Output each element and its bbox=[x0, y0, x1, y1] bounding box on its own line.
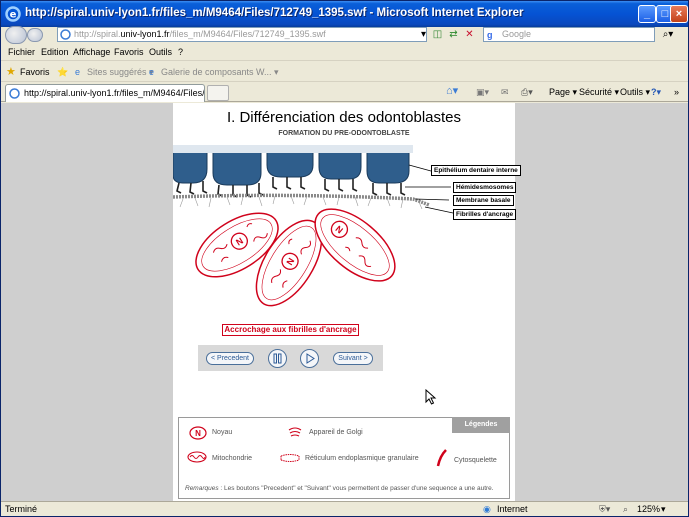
feeds-icon[interactable]: ▣▾ bbox=[476, 87, 489, 98]
menu-help[interactable]: ? bbox=[178, 47, 183, 57]
label-epithelium: Epithélium dentaire interne bbox=[431, 165, 521, 176]
zoom-dropdown-icon[interactable]: ▾ bbox=[661, 504, 666, 515]
mouse-cursor-icon bbox=[425, 389, 437, 405]
step-caption: Accrochage aux fibrilles d'ancrage bbox=[222, 324, 359, 336]
zoom-icon[interactable]: ⌕ bbox=[623, 504, 628, 515]
label-membrane: Membrane basale bbox=[453, 195, 514, 206]
menu-affichage[interactable]: Affichage bbox=[73, 47, 110, 57]
search-input[interactable]: g Google bbox=[483, 27, 655, 42]
url-path: /files_m/M9464/Files/712749_1395.swf bbox=[169, 29, 326, 39]
pause-button[interactable] bbox=[268, 349, 287, 368]
close-button[interactable]: × bbox=[670, 5, 688, 23]
address-input[interactable]: http://spiral.univ-lyon1.fr/files_m/M946… bbox=[57, 27, 427, 42]
url-domain: univ-lyon1.fr bbox=[120, 29, 170, 39]
zone-text: Internet bbox=[497, 504, 528, 514]
window-title: http://spiral.univ-lyon1.fr/files_m/M946… bbox=[25, 7, 524, 19]
favorites-star-icon: ★ bbox=[6, 66, 16, 78]
previous-button[interactable]: < Precedent bbox=[206, 352, 254, 365]
browser-window: e http://spiral.univ-lyon1.fr/files_m/M9… bbox=[0, 0, 689, 517]
tools-menu[interactable]: Outils ▾ bbox=[620, 87, 650, 98]
search-placeholder: Google bbox=[502, 29, 532, 39]
status-bar: Terminé ◉ Internet ⛨▾ ⌕ 125% ▾ bbox=[1, 501, 688, 516]
slide-subtitle: FORMATION DU PRE-ODONTOBLASTE bbox=[278, 130, 410, 137]
legend-panel: Légendes N Noyau Appareil de Golgi Mitoc… bbox=[178, 417, 510, 499]
mail-icon[interactable]: ✉ bbox=[501, 87, 509, 98]
remark-label: Remarques bbox=[185, 485, 219, 492]
url-prefix: http://spiral. bbox=[74, 29, 121, 39]
print-icon[interactable]: ⎙▾ bbox=[521, 87, 533, 98]
favorites-bar: ★ Favoris ⭐ e Sites suggérés ▾ e Galerie… bbox=[1, 62, 688, 82]
menu-bar: Fichier Edition Affichage Favoris Outils… bbox=[1, 45, 688, 61]
legend-reticulum: Réticulum endoplasmique granulaire bbox=[305, 455, 419, 462]
slide-title: I. Différenciation des odontoblastes bbox=[226, 109, 462, 126]
stop-icon[interactable]: ✕ bbox=[463, 28, 476, 41]
address-dropdown-icon[interactable]: ▾ bbox=[417, 28, 430, 41]
menu-outils[interactable]: Outils bbox=[149, 47, 172, 57]
pause-icon bbox=[273, 353, 282, 364]
epithelium-cells bbox=[173, 150, 410, 186]
more-icon[interactable]: » bbox=[674, 87, 679, 97]
protected-mode-icon[interactable]: ⛨▾ bbox=[599, 504, 610, 515]
golgi-legend-icon bbox=[288, 427, 302, 437]
tab-page-icon bbox=[9, 88, 20, 99]
back-button[interactable] bbox=[5, 26, 27, 44]
playback-controls: < Precedent Suivant > bbox=[198, 345, 383, 371]
tab-label: http://spiral.univ-lyon1.fr/files_m/M946… bbox=[24, 88, 205, 98]
suggested-sites-link[interactable]: Sites suggérés ▾ bbox=[87, 67, 154, 78]
new-tab-button[interactable] bbox=[207, 85, 229, 101]
ie-logo-icon: e bbox=[5, 6, 21, 22]
page-menu[interactable]: Page ▾ bbox=[549, 87, 577, 98]
home-icon[interactable]: ⌂▾ bbox=[446, 84, 458, 97]
legend-golgi: Appareil de Golgi bbox=[309, 429, 363, 436]
mitochondria-legend-icon bbox=[187, 451, 207, 463]
flash-animation[interactable]: I. Différenciation des odontoblastes FOR… bbox=[173, 103, 521, 501]
title-bar[interactable]: e http://spiral.univ-lyon1.fr/files_m/M9… bbox=[1, 1, 688, 27]
legend-remark: Remarques : Les boutons "Precedent" et "… bbox=[185, 485, 494, 492]
legend-noyau: Noyau bbox=[212, 429, 233, 436]
refresh-icon[interactable]: ⇄ bbox=[447, 28, 460, 41]
gallery-icon: e bbox=[149, 67, 155, 77]
remark-text: : Les boutons "Precedent" et "Suivant" v… bbox=[218, 485, 494, 492]
help-icon[interactable]: ?▾ bbox=[651, 87, 661, 98]
nucleus-legend-icon: N bbox=[189, 426, 207, 440]
security-menu[interactable]: Sécurité ▾ bbox=[579, 87, 619, 98]
basement-membrane bbox=[173, 193, 430, 207]
favorites-button[interactable]: Favoris bbox=[20, 67, 50, 77]
tab-row: http://spiral.univ-lyon1.fr/files_m/M946… bbox=[1, 82, 688, 102]
legend-title: Légendes bbox=[452, 417, 510, 433]
svg-text:e: e bbox=[10, 10, 17, 21]
suggested-icon: e bbox=[75, 67, 81, 77]
internet-zone-icon: ◉ bbox=[483, 504, 491, 514]
cytoskeleton-legend-icon bbox=[436, 449, 447, 467]
status-text: Terminé bbox=[5, 504, 38, 514]
forward-button[interactable] bbox=[27, 28, 43, 42]
svg-text:N: N bbox=[195, 429, 201, 438]
label-hemidesmosomes: Hémidesmosomes bbox=[453, 182, 517, 193]
minimize-button[interactable]: _ bbox=[638, 5, 656, 23]
tab-active[interactable]: http://spiral.univ-lyon1.fr/files_m/M946… bbox=[5, 84, 205, 102]
legend-mito: Mitochondrie bbox=[212, 455, 253, 462]
menu-edition[interactable]: Edition bbox=[41, 47, 69, 57]
gallery-link[interactable]: Galerie de composants W... ▾ bbox=[161, 67, 279, 78]
page-icon bbox=[60, 29, 71, 40]
menu-favoris[interactable]: Favoris bbox=[114, 47, 144, 57]
reticulum-legend-icon bbox=[280, 454, 300, 462]
add-favorite-icon[interactable]: ⭐ bbox=[57, 67, 68, 78]
play-icon bbox=[306, 353, 315, 364]
anchoring-fibrils bbox=[179, 195, 423, 210]
google-icon: g bbox=[487, 30, 493, 40]
next-button[interactable]: Suivant > bbox=[333, 352, 373, 365]
play-button[interactable] bbox=[300, 349, 319, 368]
search-icon[interactable]: ⌕▾ bbox=[659, 27, 677, 42]
compat-icon[interactable]: ◫ bbox=[431, 28, 444, 41]
zoom-level[interactable]: 125% bbox=[637, 504, 660, 514]
label-fibrilles: Fibrilles d'ancrage bbox=[453, 209, 517, 220]
legend-cyto: Cytosquelette bbox=[454, 457, 497, 464]
content-area: I. Différenciation des odontoblastes FOR… bbox=[1, 103, 688, 501]
menu-fichier[interactable]: Fichier bbox=[8, 47, 35, 57]
